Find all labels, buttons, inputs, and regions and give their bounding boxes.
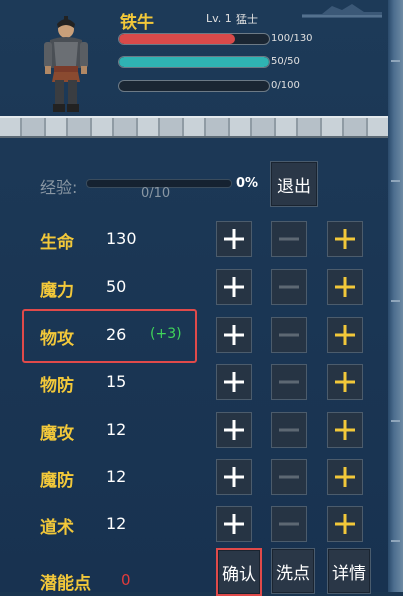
plus-gold-icon (335, 420, 355, 440)
stat-label: 物攻 (40, 329, 74, 349)
hp-text: 100/130 (271, 33, 313, 44)
mountain-decoration (302, 4, 382, 18)
minus-icon (279, 522, 299, 526)
stat-value: 12 (106, 514, 127, 533)
stat-value: 130 (106, 229, 137, 248)
hero-portrait (44, 16, 88, 112)
add-one-button[interactable] (216, 459, 252, 495)
add-one-button[interactable] (216, 506, 252, 542)
stat-label: 魔攻 (40, 424, 74, 444)
plus-icon (224, 229, 244, 249)
right-edge-decoration (388, 0, 403, 592)
subtract-button[interactable] (271, 269, 307, 305)
stat-label: 物防 (40, 376, 74, 396)
wall-divider (0, 116, 388, 138)
exp-percent: 0% (236, 176, 259, 191)
plus-gold-icon (335, 467, 355, 487)
add-max-button[interactable] (327, 269, 363, 305)
subtract-button[interactable] (271, 221, 307, 257)
extra-text: 0/100 (271, 80, 300, 91)
minus-icon (279, 475, 299, 479)
stat-label: 魔防 (40, 471, 74, 491)
minus-icon (279, 237, 299, 241)
add-one-button[interactable] (216, 412, 252, 448)
subtract-button[interactable] (271, 317, 307, 353)
stat-value: 15 (106, 372, 127, 391)
exit-button[interactable]: 退出 (270, 161, 318, 207)
plus-gold-icon (335, 514, 355, 534)
add-max-button[interactable] (327, 221, 363, 257)
subtract-button[interactable] (271, 506, 307, 542)
hero-class: 猛士 (236, 13, 258, 26)
subtract-button[interactable] (271, 459, 307, 495)
stat-label: 魔力 (40, 281, 74, 301)
confirm-button[interactable]: 确认 (216, 548, 262, 596)
exp-value: 0/10 (141, 186, 171, 201)
potential-label: 潜能点 (40, 574, 91, 594)
plus-gold-icon (335, 325, 355, 345)
plus-icon (224, 372, 244, 392)
details-button[interactable]: 详情 (327, 548, 371, 594)
subtract-button[interactable] (271, 412, 307, 448)
hero-name: 铁牛 (120, 13, 154, 33)
stat-value: 12 (106, 467, 127, 486)
plus-gold-icon (335, 229, 355, 249)
add-one-button[interactable] (216, 221, 252, 257)
plus-icon (224, 514, 244, 534)
stat-label: 道术 (40, 518, 74, 538)
stat-value: 12 (106, 420, 127, 439)
add-max-button[interactable] (327, 364, 363, 400)
add-max-button[interactable] (327, 317, 363, 353)
stat-value: 50 (106, 277, 127, 296)
hero-level: Lv. 1 (206, 12, 232, 25)
minus-icon (279, 333, 299, 337)
plus-icon (224, 420, 244, 440)
stat-label: 生命 (40, 233, 74, 253)
exp-label: 经验: (40, 178, 78, 197)
extra-bar (118, 80, 270, 92)
stat-bonus: (+3) (150, 326, 182, 342)
plus-icon (224, 467, 244, 487)
add-one-button[interactable] (216, 364, 252, 400)
minus-icon (279, 380, 299, 384)
minus-icon (279, 428, 299, 432)
plus-icon (224, 325, 244, 345)
stat-value: 26 (106, 325, 127, 344)
plus-gold-icon (335, 277, 355, 297)
potential-value: 0 (121, 571, 131, 589)
mp-bar (118, 56, 270, 68)
add-one-button[interactable] (216, 317, 252, 353)
add-max-button[interactable] (327, 506, 363, 542)
plus-gold-icon (335, 372, 355, 392)
add-max-button[interactable] (327, 412, 363, 448)
mp-text: 50/50 (271, 56, 300, 67)
plus-icon (224, 277, 244, 297)
hp-bar (118, 33, 270, 45)
reset-points-button[interactable]: 洗点 (271, 548, 315, 594)
minus-icon (279, 285, 299, 289)
subtract-button[interactable] (271, 364, 307, 400)
add-max-button[interactable] (327, 459, 363, 495)
add-one-button[interactable] (216, 269, 252, 305)
